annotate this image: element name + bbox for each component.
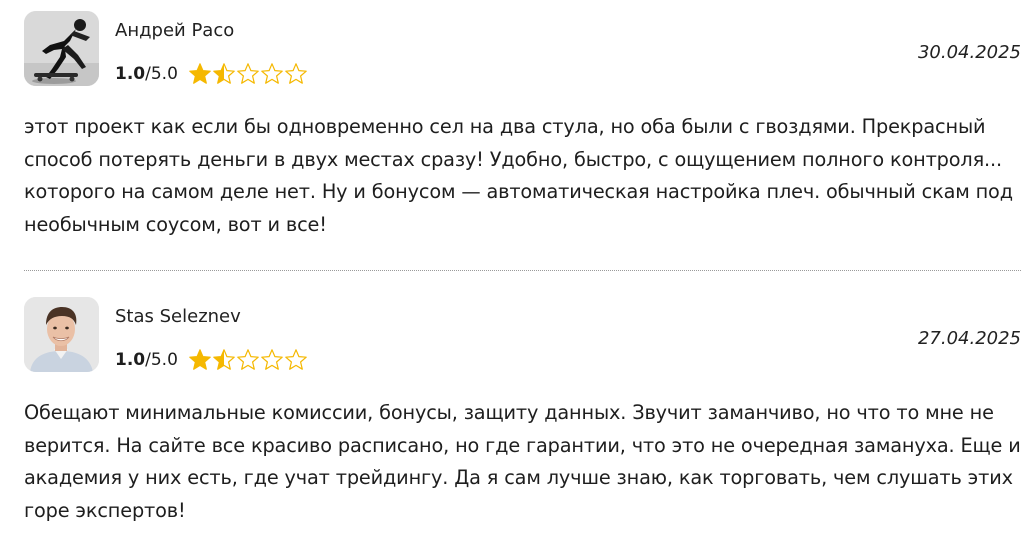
- avatar[interactable]: [24, 297, 99, 372]
- review-text: этот проект как если бы одновременно сел…: [24, 115, 1013, 236]
- star-empty-icon: [237, 63, 259, 84]
- rating-max: /5.0: [145, 64, 178, 84]
- divider: [24, 270, 1021, 271]
- rating: 1.0 /5.0: [115, 348, 308, 372]
- review-date: 30.04.2025: [917, 42, 1021, 63]
- star-rating: [188, 62, 308, 86]
- star-empty-icon: [285, 63, 307, 84]
- star-empty-icon: [237, 349, 259, 370]
- star-rating: [188, 348, 308, 372]
- author-name[interactable]: Stas Seleznev: [115, 306, 241, 327]
- rating-max: /5.0: [145, 350, 178, 370]
- rating-score: 1.0: [115, 64, 146, 84]
- star-half-icon: [213, 63, 235, 84]
- avatar[interactable]: [24, 11, 99, 86]
- review-date: 27.04.2025: [917, 328, 1021, 349]
- author-name[interactable]: Андрей Расо: [115, 20, 234, 41]
- star-half-icon: [213, 349, 235, 370]
- star-full-icon: [189, 349, 211, 370]
- star-empty-icon: [261, 349, 283, 370]
- star-full-icon: [189, 63, 211, 84]
- star-empty-icon: [285, 349, 307, 370]
- skateboarder-photo-icon: [24, 11, 99, 86]
- rating: 1.0 /5.0: [115, 62, 308, 86]
- rating-score: 1.0: [115, 350, 146, 370]
- star-empty-icon: [261, 63, 283, 84]
- review-text: Обещают минимальные комиссии, бонусы, за…: [24, 401, 1021, 522]
- man-portrait-photo-icon: [24, 297, 99, 372]
